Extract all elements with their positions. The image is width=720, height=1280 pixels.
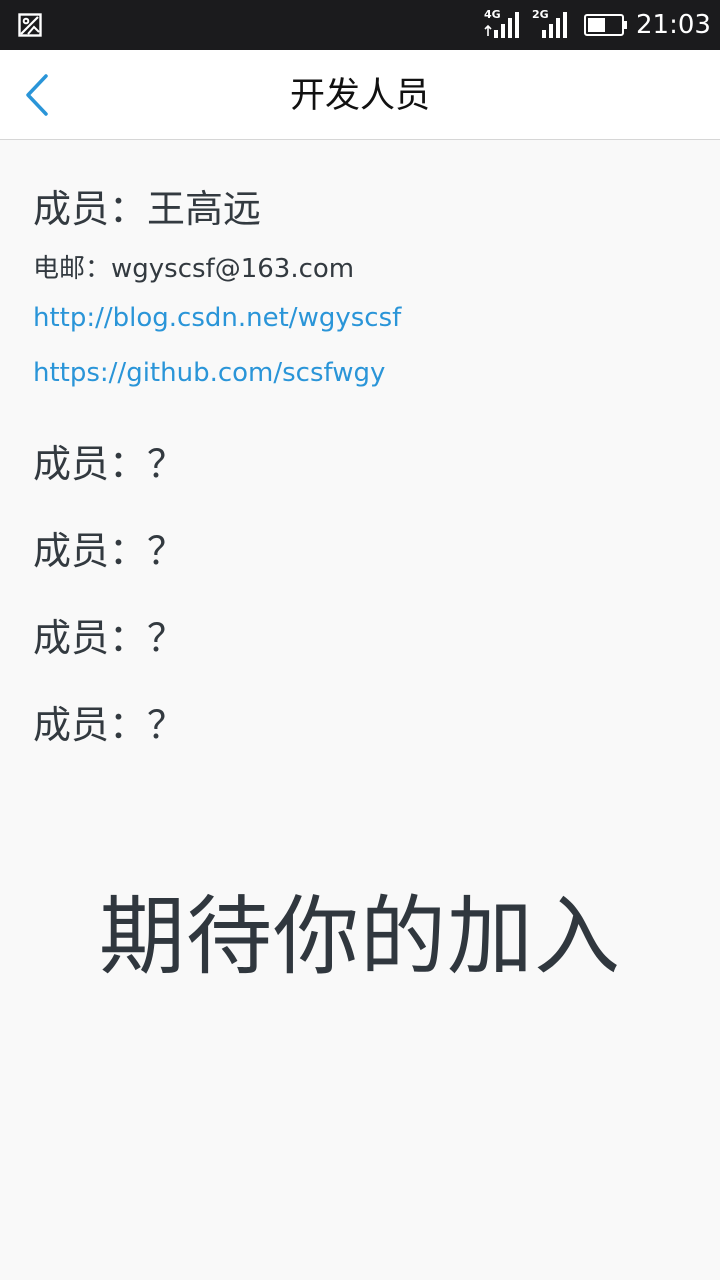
gallery-icon xyxy=(18,13,42,37)
blog-link[interactable]: http://blog.csdn.net/wgyscsf xyxy=(33,303,401,333)
member-name: 成员：？ xyxy=(33,529,186,573)
github-link[interactable]: https://github.com/scsfwgy xyxy=(33,358,385,388)
member-name: 成员：？ xyxy=(33,703,186,747)
app-header: 开发人员 xyxy=(0,50,720,140)
signal-icon xyxy=(542,12,567,38)
member-name: 成员：？ xyxy=(33,616,186,660)
member-email: 电邮：wgyscsf@163.com xyxy=(33,254,355,284)
signal-icon xyxy=(484,12,519,38)
member-name: 成员：？ xyxy=(33,442,186,486)
status-bar: 4G 2G 21:03 xyxy=(0,0,720,50)
signal-2g-indicator: 2G xyxy=(532,8,572,42)
member-name: 成员：王高远 xyxy=(33,187,262,231)
signal-4g-indicator: 4G xyxy=(484,8,524,42)
join-invitation-text: 期待你的加入 xyxy=(99,887,621,987)
back-button[interactable] xyxy=(14,70,58,120)
battery-icon xyxy=(584,14,627,36)
status-clock: 21:03 xyxy=(636,10,711,40)
chevron-left-icon xyxy=(26,74,48,116)
page-title: 开发人员 xyxy=(289,76,430,116)
